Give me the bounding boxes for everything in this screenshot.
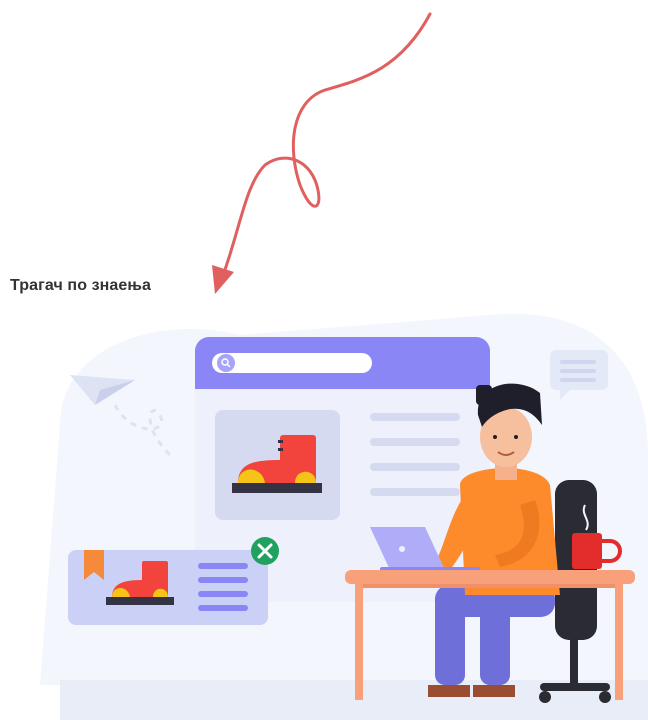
pointer-arrow [212, 12, 432, 294]
search-bar [212, 353, 372, 373]
arrow-head-icon [212, 265, 234, 294]
knowledge-search-illustration [40, 313, 648, 720]
search-icon [217, 354, 235, 372]
saved-item-card [68, 537, 279, 625]
page-title: Трагач по знаења [10, 277, 152, 294]
arrow-stroke [220, 12, 432, 280]
